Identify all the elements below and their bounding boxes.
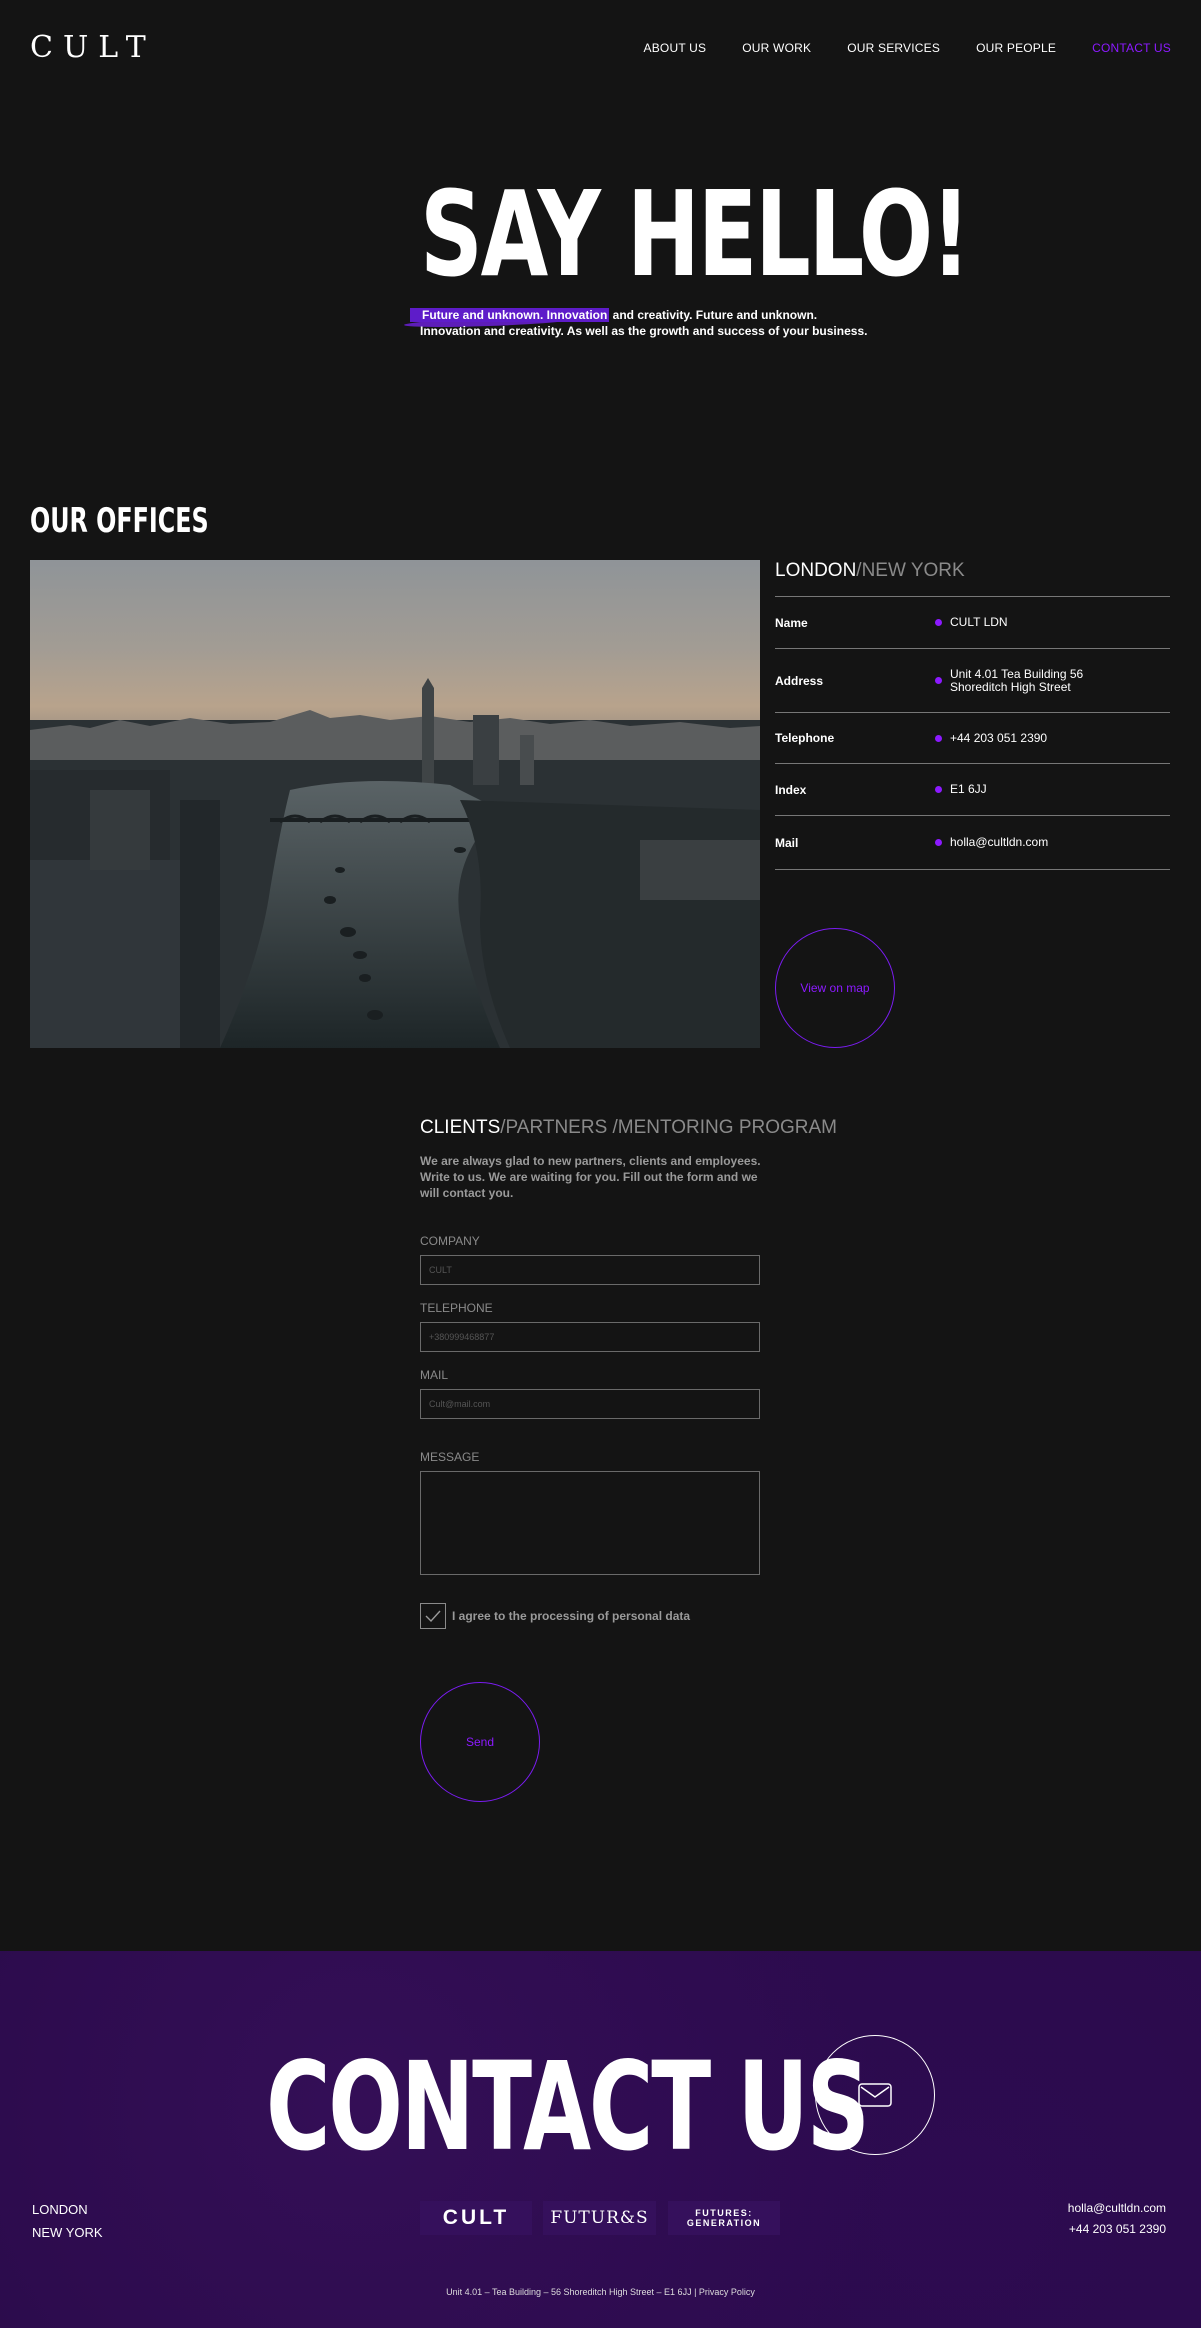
nav-our-people[interactable]: OUR PEOPLE [976, 41, 1056, 55]
page: CULT ABOUT US OUR WORK OUR SERVICES OUR … [0, 0, 1201, 2328]
telephone-label: TELEPHONE [420, 1301, 493, 1315]
info-row-telephone: Telephone +44 203 051 2390 [775, 713, 1170, 764]
info-value: CULT LDN [950, 615, 1008, 629]
consent-checkbox[interactable] [420, 1603, 446, 1629]
office-location-tabs: LONDON/NEW YORK [775, 560, 965, 582]
futures-generation-line2: GENERATION [686, 2218, 762, 2228]
info-value: E1 6JJ [950, 782, 987, 796]
bullet-dot [935, 839, 942, 846]
info-value[interactable]: holla@cultldn.com [950, 836, 1048, 849]
info-row-mail: Mail holla@cultldn.com [775, 816, 1170, 870]
london-city-photo [30, 560, 760, 1048]
envelope-icon [858, 2083, 892, 2107]
nav-about-us[interactable]: ABOUT US [644, 41, 707, 55]
info-label: Name [775, 615, 808, 630]
mail-input[interactable] [420, 1389, 760, 1419]
footer-contact-title: CONTACT US [266, 2036, 870, 2178]
london-skyline-illustration [30, 560, 760, 1048]
message-textarea[interactable] [420, 1471, 760, 1575]
tab-clients[interactable]: CLIENTS [420, 1117, 500, 1138]
footer-city-new-york[interactable]: NEW YORK [32, 2221, 103, 2244]
cult-brand-logo[interactable]: CULT [420, 2201, 532, 2235]
footer-city-london[interactable]: LONDON [32, 2198, 103, 2221]
view-on-map-button[interactable]: View on map [775, 928, 895, 1048]
footer-email[interactable]: holla@cultldn.com [1068, 2198, 1166, 2219]
footer-cities: LONDON NEW YORK [32, 2198, 103, 2244]
info-label: Telephone [775, 731, 835, 745]
consent-label: I agree to the processing of personal da… [452, 1609, 691, 1623]
tab-new-york[interactable]: /NEW YORK [856, 560, 964, 581]
footer-contacts: holla@cultldn.com +44 203 051 2390 [1068, 2198, 1166, 2240]
company-label: COMPANY [420, 1234, 480, 1248]
bullet-dot [935, 677, 942, 684]
office-info-table: Name CULT LDN Address Unit 4.01 Tea Buil… [775, 596, 1170, 870]
hero-text-highlight: Future and unknown. Innovation [420, 308, 610, 322]
company-input[interactable] [420, 1255, 760, 1285]
futures-generation-line1: FUTURES: [695, 2208, 753, 2218]
footer-address: Unit 4.01 – Tea Building – 56 Shoreditch… [446, 2287, 755, 2297]
info-label: Mail [775, 835, 799, 850]
offices-title: OUR OFFICES [30, 501, 209, 541]
info-row-index: Index E1 6JJ [775, 764, 1170, 816]
tab-london[interactable]: LONDON [775, 560, 856, 581]
nav-our-work[interactable]: OUR WORK [742, 41, 811, 55]
main-nav: ABOUT US OUR WORK OUR SERVICES OUR PEOPL… [608, 41, 1171, 55]
info-row-address: Address Unit 4.01 Tea Building 56 Shored… [775, 649, 1170, 713]
bullet-dot [935, 619, 942, 626]
hero-text: Future and unknown. Innovation and creat… [420, 307, 880, 339]
info-value[interactable]: +44 203 051 2390 [950, 731, 1047, 745]
contact-form-tabs: CLIENTS/PARTNERS /MENTORING PROGRAM [420, 1117, 837, 1139]
futures-generation-logo[interactable]: FUTURES: GENERATION [668, 2201, 780, 2235]
nav-our-services[interactable]: OUR SERVICES [847, 41, 940, 55]
form-intro: We are always glad to new partners, clie… [420, 1154, 761, 1200]
footer: CONTACT US LONDON NEW YORK CULT FUTUR&S … [0, 1951, 1201, 2328]
cult-logo[interactable]: CULT [30, 33, 156, 63]
info-label: Index [775, 782, 807, 797]
bullet-dot [935, 734, 942, 742]
tab-partners-mentoring[interactable]: /PARTNERS /MENTORING PROGRAM [500, 1117, 837, 1138]
futures-brand-logo[interactable]: FUTUR&S [543, 2201, 656, 2235]
checkmark-icon [425, 1610, 441, 1622]
info-row-name: Name CULT LDN [775, 597, 1170, 649]
info-value: Unit 4.01 Tea Building 56 Shoreditch Hig… [950, 666, 1084, 694]
message-label: MESSAGE [420, 1450, 480, 1464]
mail-button[interactable] [815, 2035, 935, 2155]
info-label: Address [775, 673, 824, 688]
nav-contact-us[interactable]: CONTACT US [1092, 41, 1171, 55]
consent-row: I agree to the processing of personal da… [420, 1603, 690, 1629]
send-button[interactable]: Send [420, 1682, 540, 1802]
telephone-input[interactable] [420, 1322, 760, 1352]
mail-label: MAIL [420, 1368, 449, 1382]
hero-title: SAY HELLO! [420, 165, 971, 303]
footer-phone[interactable]: +44 203 051 2390 [1068, 2219, 1166, 2240]
bullet-dot [935, 786, 942, 793]
